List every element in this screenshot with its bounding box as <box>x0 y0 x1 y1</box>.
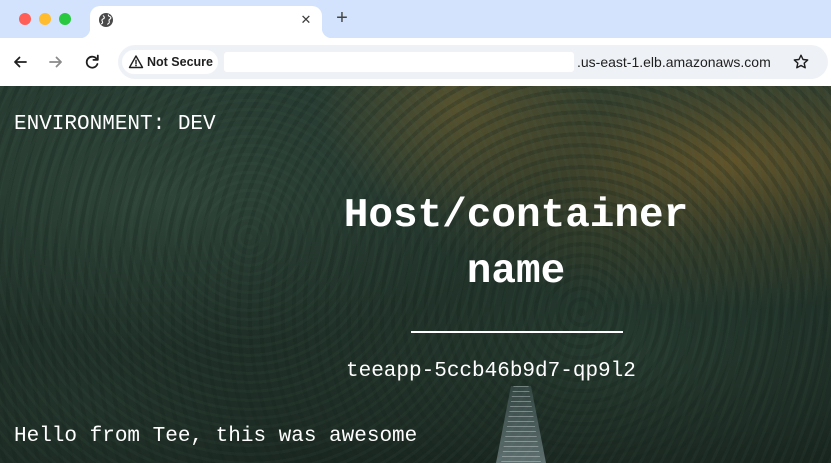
star-icon[interactable] <box>792 53 810 71</box>
minimize-window-button[interactable] <box>39 13 51 25</box>
greeting-text: Hello from Tee, this was awesome <box>14 425 418 448</box>
new-tab-button[interactable]: + <box>331 7 353 29</box>
environment-label: ENVIRONMENT: DEV <box>14 113 216 136</box>
reload-icon[interactable] <box>81 51 103 73</box>
tab-strip: ✕ + <box>0 0 831 38</box>
title-divider <box>411 331 623 333</box>
fullscreen-window-button[interactable] <box>59 13 71 25</box>
security-label: Not Secure <box>147 55 213 69</box>
browser-toolbar: Not Secure .us-east-1.elb.amazonaws.com <box>0 38 831 86</box>
warning-triangle-icon <box>128 55 144 69</box>
close-window-button[interactable] <box>19 13 31 25</box>
address-bar[interactable]: Not Secure .us-east-1.elb.amazonaws.com <box>118 45 828 79</box>
forward-arrow-icon[interactable] <box>45 51 67 73</box>
url-text: .us-east-1.elb.amazonaws.com <box>577 54 771 70</box>
hostname-value: teeapp-5ccb46b9d7-qp9l2 <box>346 360 636 383</box>
page-viewport: ENVIRONMENT: DEV Host/container name tee… <box>0 86 831 463</box>
back-arrow-icon[interactable] <box>9 51 31 73</box>
url-redacted-region <box>224 52 574 72</box>
security-chip[interactable]: Not Secure <box>122 50 218 74</box>
globe-icon <box>99 13 113 27</box>
page-title: Host/container name <box>343 193 689 295</box>
tab-close-button[interactable]: ✕ <box>296 10 316 30</box>
browser-tab-active[interactable]: ✕ <box>80 6 332 38</box>
